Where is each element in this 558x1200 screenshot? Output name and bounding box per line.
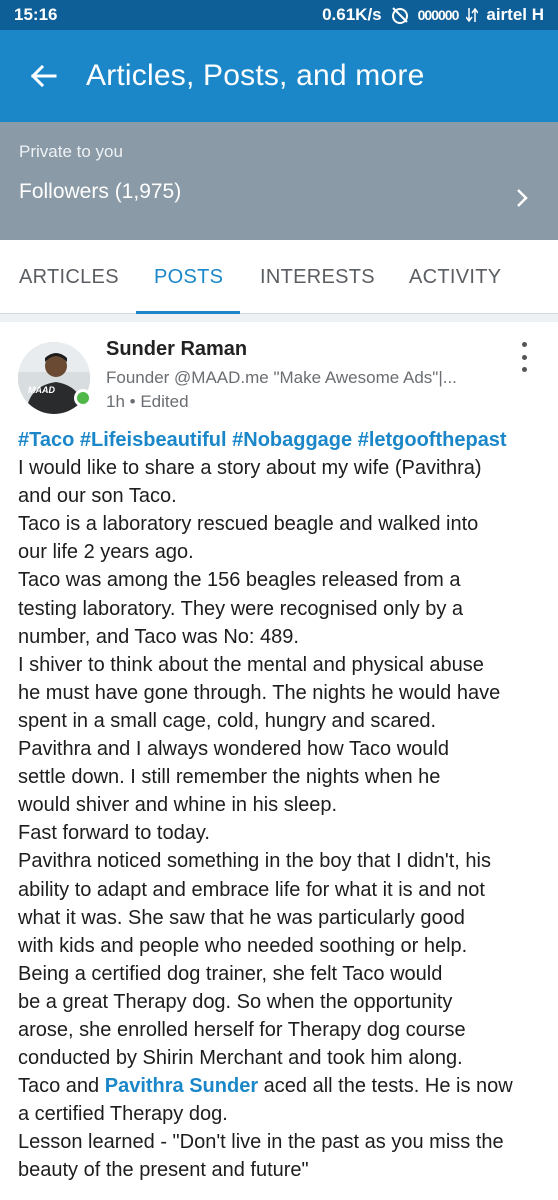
tab-interests[interactable]: INTERESTS: [260, 266, 375, 289]
author-name[interactable]: Sunder Raman: [106, 338, 247, 361]
tab-articles[interactable]: ARTICLES: [19, 266, 119, 289]
status-time: 15:16: [14, 5, 58, 24]
privacy-section[interactable]: Private to you Followers (1,975): [0, 122, 558, 240]
tab-posts[interactable]: POSTS: [154, 266, 223, 289]
tab-bar: ARTICLES POSTS INTERESTS ACTIVITY: [0, 240, 558, 314]
back-button[interactable]: [0, 30, 86, 122]
post-meta: 1h • Edited: [106, 392, 189, 412]
chevron-right-icon: [517, 189, 528, 207]
post-line: I would like to share a story about my w…: [18, 457, 482, 480]
post-line: Taco is a laboratory rescued beagle and …: [18, 513, 479, 536]
status-right: 0.61K/s 000000 airtel H: [322, 5, 544, 25]
post-line: would shiver and whine in his sleep.: [18, 794, 338, 817]
post-line: Pavithra and I always wondered how Taco …: [18, 738, 449, 761]
alarm-off-icon: [391, 7, 408, 24]
post-line: beauty of the present and future": [18, 1159, 309, 1182]
post-line: number, and Taco was No: 489.: [18, 625, 299, 648]
more-dot: [521, 367, 527, 372]
post-edited: • Edited: [129, 392, 189, 411]
post-body: #Taco #Lifeisbeautiful #Nobaggage #letgo…: [18, 426, 546, 1185]
post-line: Pavithra noticed something in the boy th…: [18, 850, 491, 873]
mention-after: aced all the tests. He is now: [258, 1075, 513, 1098]
more-dot: [521, 354, 527, 360]
active-tab-indicator: [136, 311, 240, 314]
avatar-logo-text: MAAD: [28, 385, 55, 395]
network-speed: 0.61K/s: [322, 5, 382, 24]
post-line: arose, she enrolled herself for Therapy …: [18, 1018, 466, 1041]
app-bar: Articles, Posts, and more: [0, 30, 558, 122]
data-arrows-icon: [466, 7, 479, 23]
post-line: be a great Therapy dog. So when the oppo…: [18, 990, 453, 1013]
post-line: what it was. She saw that he was particu…: [18, 906, 465, 929]
online-status-dot: [74, 389, 92, 407]
post-line: with kids and people who needed soothing…: [18, 934, 468, 957]
tab-activity[interactable]: ACTIVITY: [409, 266, 501, 289]
more-options-button[interactable]: [512, 342, 536, 372]
mention-link[interactable]: Pavithra Sunder: [105, 1075, 258, 1097]
status-bar: 15:16 0.61K/s 000000 airtel H: [0, 0, 558, 30]
signal-dots: 000000: [417, 7, 460, 23]
post-line: settle down. I still remember the nights…: [18, 766, 441, 789]
author-headline: Founder @MAAD.me "Make Awesome Ads"|...: [106, 368, 457, 387]
post-line: he must have gone through. The nights he…: [18, 681, 501, 704]
post-line: our life 2 years ago.: [18, 541, 194, 564]
post-line: spent in a small cage, cold, hungry and …: [18, 709, 437, 732]
post-line: I shiver to think about the mental and p…: [18, 653, 484, 676]
post-line: Taco was among the 156 beagles released …: [18, 569, 461, 592]
post-card: MAAD Sunder Raman Founder @MAAD.me "Make…: [0, 322, 558, 1200]
carrier-name: airtel H: [486, 5, 544, 24]
post-line: Fast forward to today.: [18, 822, 210, 845]
post-mention-line: Taco and Pavithra Sunder aced all the te…: [18, 1072, 546, 1100]
post-line: ability to adapt and embrace life for wh…: [18, 878, 485, 901]
post-line: Lesson learned - "Don't live in the past…: [18, 1131, 504, 1154]
followers-count: Followers (1,975): [19, 180, 182, 203]
post-line: Being a certified dog trainer, she felt …: [18, 962, 443, 985]
post-hashtags[interactable]: #Taco #Lifeisbeautiful #Nobaggage #letgo…: [18, 426, 546, 454]
mention-before: Taco and: [18, 1075, 105, 1098]
post-line: testing laboratory. They were recognised…: [18, 597, 464, 620]
page-title: Articles, Posts, and more: [86, 59, 425, 92]
post-line: a certified Therapy dog.: [18, 1103, 228, 1126]
privacy-label: Private to you: [19, 142, 123, 161]
post-time: 1h: [106, 392, 125, 411]
post-line: conducted by Shirin Merchant and took hi…: [18, 1047, 463, 1070]
arrow-left-icon: [30, 64, 57, 88]
more-dot: [521, 342, 527, 347]
post-line: and our son Taco.: [18, 485, 177, 508]
